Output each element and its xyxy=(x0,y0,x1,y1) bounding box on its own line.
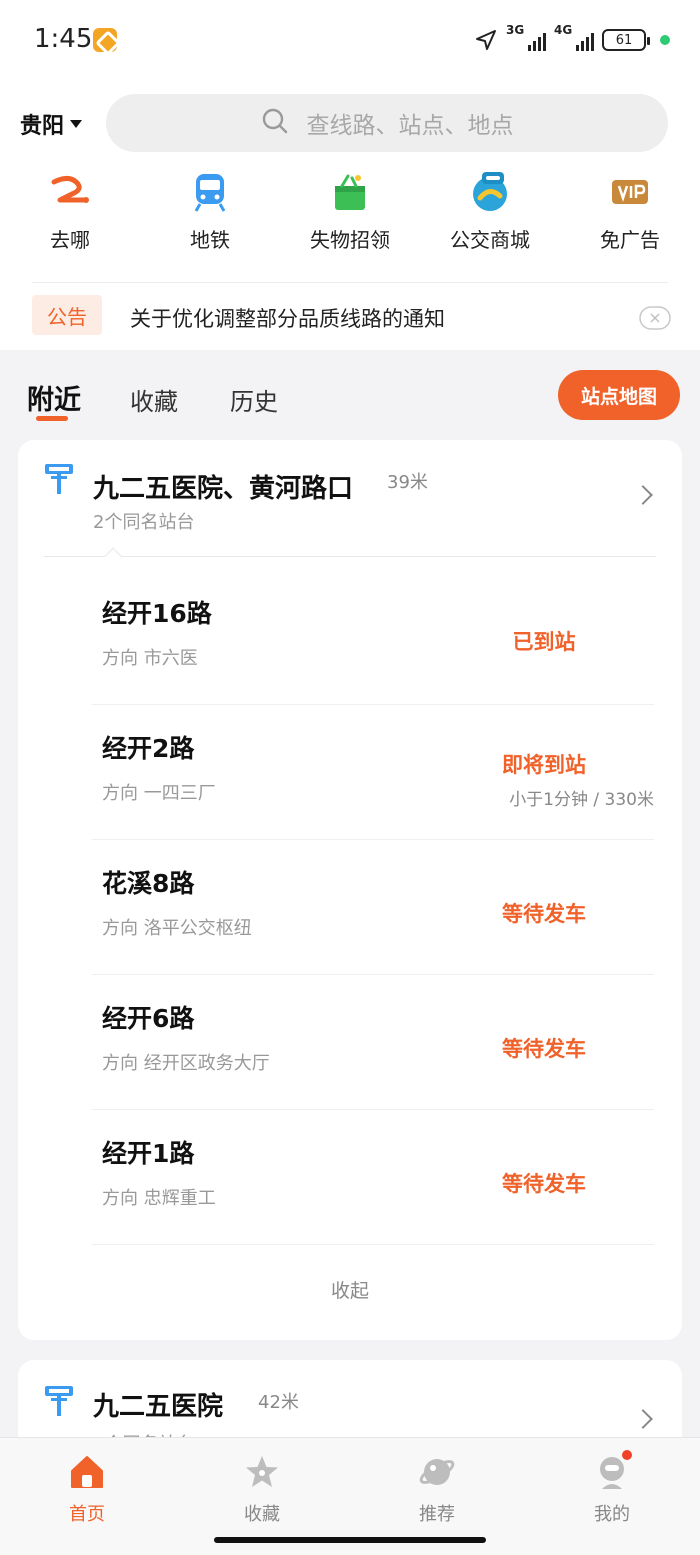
tab-favorites[interactable]: 收藏 xyxy=(130,382,178,417)
arrival-eta: 小于1分钟 / 330米 xyxy=(509,790,654,810)
profile-icon xyxy=(592,1450,632,1492)
home-indicator[interactable] xyxy=(214,1537,486,1543)
tab-nearby[interactable]: 附近 xyxy=(27,378,81,417)
nav-home[interactable]: 首页 xyxy=(27,1452,147,1526)
search-placeholder: 查线路、站点、地点 xyxy=(306,113,514,139)
network-type-label: 3G xyxy=(506,23,525,37)
quick-entry-mall[interactable]: 公交商城 xyxy=(420,170,560,253)
signal-4g-icon: 4G xyxy=(554,23,594,51)
line-name: 经开16路 xyxy=(102,599,212,628)
mall-icon xyxy=(468,170,512,214)
search-input[interactable]: 查线路、站点、地点 xyxy=(106,94,668,152)
notice-tag: 公告 xyxy=(32,295,102,335)
quick-entries: 去哪 地铁 失物招领 公交商城 免广告 xyxy=(0,170,700,260)
line-direction: 方向 忠辉重工 xyxy=(102,1188,216,1209)
nav-recommend[interactable]: 推荐 xyxy=(377,1452,497,1526)
nav-favorites[interactable]: 收藏 xyxy=(202,1452,322,1526)
chevron-right-icon[interactable] xyxy=(633,1409,653,1429)
nav-label: 我的 xyxy=(594,1504,630,1525)
chevron-right-icon[interactable] xyxy=(633,485,653,505)
location-arrow-icon xyxy=(474,28,498,52)
tab-active-indicator xyxy=(36,416,68,421)
station-name[interactable]: 九二五医院、黄河路口 xyxy=(93,468,353,505)
search-icon xyxy=(261,107,289,139)
line-direction: 方向 洛平公交枢纽 xyxy=(102,918,252,939)
line-name: 经开2路 xyxy=(102,734,195,763)
quick-entry-subway[interactable]: 地铁 xyxy=(140,170,280,253)
signal-3g-icon: 3G xyxy=(506,23,546,51)
line-direction: 方向 一四三厂 xyxy=(102,783,216,804)
quick-entry-label: 免广告 xyxy=(600,228,660,252)
quick-entry-route[interactable]: 去哪 xyxy=(0,170,140,253)
quick-entry-label: 公交商城 xyxy=(450,228,530,252)
divider xyxy=(44,556,656,557)
divider xyxy=(32,282,668,283)
quick-entry-vip[interactable]: 免广告 xyxy=(560,170,700,253)
lost-found-icon xyxy=(328,170,372,214)
nav-label: 推荐 xyxy=(419,1504,455,1525)
privacy-indicator-dot xyxy=(660,35,670,45)
station-map-button[interactable]: 站点地图 xyxy=(558,370,680,420)
line-name: 经开1路 xyxy=(102,1139,195,1168)
notice-bar[interactable]: 公告 关于优化调整部分品质线路的通知 xyxy=(0,285,700,349)
line-direction: 方向 市六医 xyxy=(102,648,198,669)
quick-entry-lost-found[interactable]: 失物招领 xyxy=(280,170,420,253)
vip-icon xyxy=(608,170,652,214)
arrival-status: 等待发车 xyxy=(502,902,586,926)
battery-level: 61 xyxy=(615,32,633,48)
collapse-button[interactable]: 收起 xyxy=(18,1276,682,1303)
city-label: 贵阳 xyxy=(20,114,65,139)
nav-label: 收藏 xyxy=(244,1504,280,1525)
close-icon[interactable] xyxy=(639,306,671,334)
line-name: 经开6路 xyxy=(102,1004,195,1033)
city-selector[interactable]: 贵阳 xyxy=(20,108,83,140)
home-icon xyxy=(67,1452,107,1492)
station-distance: 42米 xyxy=(258,1392,299,1413)
bus-stop-icon xyxy=(44,462,74,500)
nav-profile[interactable]: 我的 xyxy=(552,1450,672,1526)
bus-line-row[interactable]: 经开6路 方向 经开区政务大厅 等待发车 xyxy=(92,975,654,1110)
notice-text: 关于优化调整部分品质线路的通知 xyxy=(130,307,445,331)
notification-dot xyxy=(622,1450,632,1460)
status-bar: 1:45 3G 4G 61 xyxy=(0,0,700,80)
bus-line-row[interactable]: 经开16路 方向 市六医 已到站 xyxy=(92,570,654,705)
line-direction: 方向 经开区政务大厅 xyxy=(102,1053,270,1074)
bus-line-row[interactable]: 花溪8路 方向 洛平公交枢纽 等待发车 xyxy=(92,840,654,975)
network-type-label: 4G xyxy=(554,23,573,37)
station-card: 九二五医院、黄河路口 39米 2个同名站台 经开16路 方向 市六医 已到站 经… xyxy=(18,440,682,1340)
arrival-status: 等待发车 xyxy=(502,1172,586,1196)
bus-line-row[interactable]: 经开2路 方向 一四三厂 即将到站 小于1分钟 / 330米 xyxy=(92,705,654,840)
divider-notch xyxy=(104,547,122,565)
arrival-status: 等待发车 xyxy=(502,1037,586,1061)
line-name: 花溪8路 xyxy=(102,869,195,898)
bus-stop-icon xyxy=(44,1384,74,1422)
caret-down-icon xyxy=(70,120,83,128)
quick-entry-label: 地铁 xyxy=(190,228,230,252)
quick-entry-label: 失物招领 xyxy=(310,228,390,252)
station-platform-count: 2个同名站台 xyxy=(93,512,195,533)
quick-entry-label: 去哪 xyxy=(50,228,90,252)
tab-history[interactable]: 历史 xyxy=(230,382,278,417)
station-distance: 39米 xyxy=(387,472,428,493)
star-icon xyxy=(242,1452,282,1492)
battery-icon: 61 xyxy=(602,29,650,51)
bus-line-row[interactable]: 经开1路 方向 忠辉重工 等待发车 xyxy=(92,1110,654,1245)
planet-icon xyxy=(417,1452,457,1492)
subway-icon xyxy=(188,170,232,214)
nav-label: 首页 xyxy=(69,1504,105,1525)
status-indicators: 3G 4G 61 xyxy=(474,23,670,56)
app-notification-icon xyxy=(93,28,117,52)
status-time: 1:45 xyxy=(34,24,93,54)
route-icon xyxy=(48,170,92,214)
station-name[interactable]: 九二五医院 xyxy=(93,1386,223,1423)
arrival-status: 即将到站 xyxy=(502,753,586,777)
arrival-status: 已到站 xyxy=(512,630,576,654)
